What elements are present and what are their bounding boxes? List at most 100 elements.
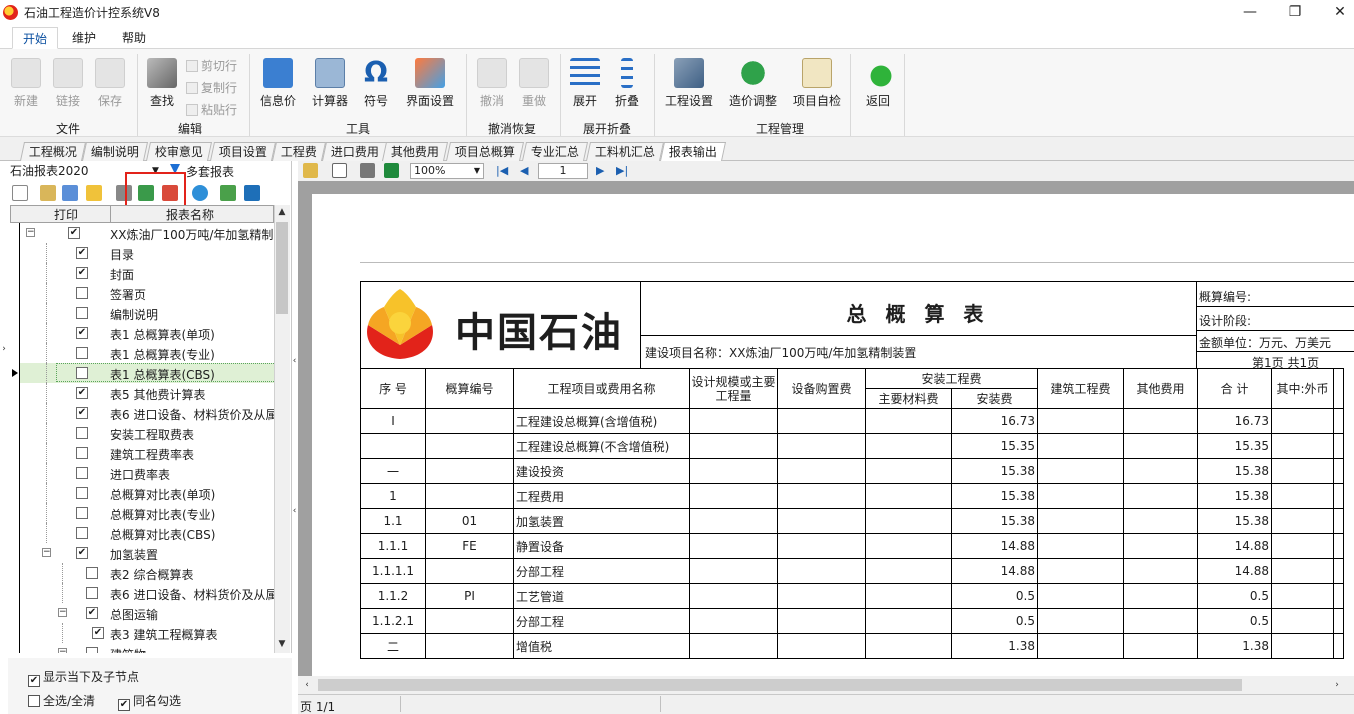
self-check-button[interactable]: 项目自检 xyxy=(788,58,846,109)
section-tab[interactable]: 项目总概算 xyxy=(445,142,525,161)
print-checkbox[interactable]: ✔ xyxy=(76,407,88,419)
scroll-right-icon[interactable]: › xyxy=(1332,680,1342,690)
zoom-icon[interactable] xyxy=(332,163,347,178)
paste-row-button[interactable]: 粘贴行 xyxy=(186,100,237,120)
zoom-select[interactable]: 100% ▼ xyxy=(410,163,484,179)
undo-button[interactable]: 撤消 xyxy=(470,58,514,109)
open-folder-icon[interactable] xyxy=(86,185,102,201)
same-name-checkbox[interactable]: ✔ 同名勾选 xyxy=(118,692,181,711)
menu-tab-help[interactable]: 帮助 xyxy=(112,27,156,49)
print-checkbox[interactable]: ✔ xyxy=(76,267,88,279)
print-checkbox[interactable]: ✔ xyxy=(76,327,88,339)
print-checkbox[interactable]: ✔ xyxy=(68,227,80,239)
print-checkbox[interactable] xyxy=(76,467,88,479)
maximize-button[interactable]: ❐ xyxy=(1277,2,1313,22)
refresh-icon[interactable] xyxy=(192,185,208,201)
minimize-button[interactable]: — xyxy=(1232,2,1268,22)
print-checkbox[interactable] xyxy=(86,587,98,599)
tree-row[interactable]: 安装工程取费表 xyxy=(10,423,274,443)
section-tab[interactable]: 工程概况 xyxy=(19,142,87,161)
cut-row-button[interactable]: 剪切行 xyxy=(186,56,237,76)
print-checkbox[interactable]: ✔ xyxy=(76,247,88,259)
multi-report-label[interactable]: 多套报表 xyxy=(186,163,234,180)
tree-row[interactable]: 总概算对比表(CBS) xyxy=(10,523,274,543)
print-checkbox[interactable] xyxy=(76,527,88,539)
new-button[interactable]: 新建 xyxy=(4,58,48,109)
splitter-left-icon[interactable]: ‹ xyxy=(291,506,298,516)
tree-row[interactable]: 进口费率表 xyxy=(10,463,274,483)
redo-button[interactable]: 重做 xyxy=(512,58,556,109)
show-nodes-checkbox[interactable]: ✔ 显示当下及子节点 xyxy=(28,668,139,687)
calculator-button[interactable]: 计算器 xyxy=(308,58,352,109)
image-icon[interactable] xyxy=(220,185,236,201)
project-settings-button[interactable]: 工程设置 xyxy=(662,58,716,109)
tree-row[interactable]: ✔ 封面 xyxy=(10,263,274,283)
section-tab[interactable]: 校审意见 xyxy=(145,142,213,161)
cost-adjust-button[interactable]: 造价调整 xyxy=(724,58,782,109)
page-number-input[interactable]: 1 xyxy=(538,163,588,179)
tree-row[interactable]: 总概算对比表(专业) xyxy=(10,503,274,523)
tree-row[interactable]: 表1 总概算表(CBS) xyxy=(10,363,274,383)
section-tab[interactable]: 报表输出 xyxy=(659,142,727,161)
ui-settings-button[interactable]: 界面设置 xyxy=(402,58,458,109)
section-tab[interactable]: 其他费用 xyxy=(381,142,449,161)
print-checkbox[interactable] xyxy=(76,487,88,499)
expand-button[interactable]: 展开 xyxy=(563,58,607,109)
print-checkbox[interactable]: ✔ xyxy=(76,387,88,399)
export-excel-icon[interactable] xyxy=(384,163,399,178)
scroll-left-icon[interactable]: ‹ xyxy=(302,680,312,690)
section-tab[interactable]: 项目设置 xyxy=(209,142,277,161)
tree-row[interactable]: ✔ 目录 xyxy=(10,243,274,263)
left-collapse-icon[interactable]: › xyxy=(0,344,8,354)
save-button[interactable]: 保存 xyxy=(88,58,132,109)
print-checkbox[interactable] xyxy=(76,307,88,319)
tree-row[interactable]: 表6 进口设备、材料货价及从属 xyxy=(10,583,274,603)
print-checkbox[interactable] xyxy=(86,567,98,579)
tree-row[interactable]: 编制说明 xyxy=(10,303,274,323)
section-tab[interactable]: 编制说明 xyxy=(81,142,149,161)
print-checkbox[interactable]: ✔ xyxy=(76,547,88,559)
design-report-icon[interactable] xyxy=(303,163,318,178)
section-tab[interactable]: 工料机汇总 xyxy=(585,142,665,161)
next-page-icon[interactable]: ▶ xyxy=(596,164,604,177)
print-checkbox[interactable]: ✔ xyxy=(92,627,104,639)
collapse-node-icon[interactable]: − xyxy=(58,608,67,617)
tree-row[interactable]: − ✔ XX炼油厂100万吨/年加氢精制 xyxy=(10,223,274,243)
tree-row[interactable]: − ✔ 总图运输 xyxy=(10,603,274,623)
tree-row[interactable]: 表2 综合概算表 xyxy=(10,563,274,583)
tree-row[interactable]: ✔ 表5 其他费计算表 xyxy=(10,383,274,403)
scroll-down-icon[interactable]: ▼ xyxy=(276,639,288,649)
prev-page-icon[interactable]: ◀ xyxy=(520,164,528,177)
find-button[interactable]: 查找 xyxy=(140,58,184,109)
last-page-icon[interactable]: ▶| xyxy=(616,164,628,177)
print-checkbox[interactable] xyxy=(76,447,88,459)
print-checkbox[interactable] xyxy=(76,347,88,359)
copy-report-icon[interactable] xyxy=(62,185,78,201)
tree-row[interactable]: 签署页 xyxy=(10,283,274,303)
print-checkbox[interactable] xyxy=(76,367,88,379)
select-all-checkbox[interactable]: 全选/全清 xyxy=(28,692,95,709)
tree-row[interactable]: ✔ 表6 进口设备、材料货价及从属 xyxy=(10,403,274,423)
collapse-node-icon[interactable]: − xyxy=(26,228,35,237)
collapse-node-icon[interactable]: − xyxy=(58,648,67,653)
print-checkbox[interactable] xyxy=(76,287,88,299)
menu-tab-start[interactable]: 开始 xyxy=(12,27,59,49)
excel-icon[interactable] xyxy=(244,185,260,201)
tree-row[interactable]: ✔ 表1 总概算表(单项) xyxy=(10,323,274,343)
section-tab[interactable]: 工程费 xyxy=(271,142,327,161)
scroll-up-icon[interactable]: ▲ xyxy=(276,207,288,217)
print-checkbox[interactable] xyxy=(76,507,88,519)
tree-row[interactable]: 建筑工程费率表 xyxy=(10,443,274,463)
section-tab[interactable]: 进口费用 xyxy=(321,142,389,161)
link-button[interactable]: 链接 xyxy=(46,58,90,109)
preview-hscroll-thumb[interactable] xyxy=(318,679,1242,691)
edit-report-icon[interactable] xyxy=(40,185,56,201)
section-tab[interactable]: 专业汇总 xyxy=(521,142,589,161)
tree-scroll-thumb[interactable] xyxy=(276,222,288,314)
print-preview-icon[interactable] xyxy=(360,163,375,178)
info-price-button[interactable]: 信息价 xyxy=(256,58,300,109)
tree-row[interactable]: − 建筑物 xyxy=(10,643,274,653)
tree-row[interactable]: − ✔ 加氢装置 xyxy=(10,543,274,563)
close-button[interactable]: ✕ xyxy=(1322,2,1354,22)
menu-tab-maintain[interactable]: 维护 xyxy=(62,27,106,49)
